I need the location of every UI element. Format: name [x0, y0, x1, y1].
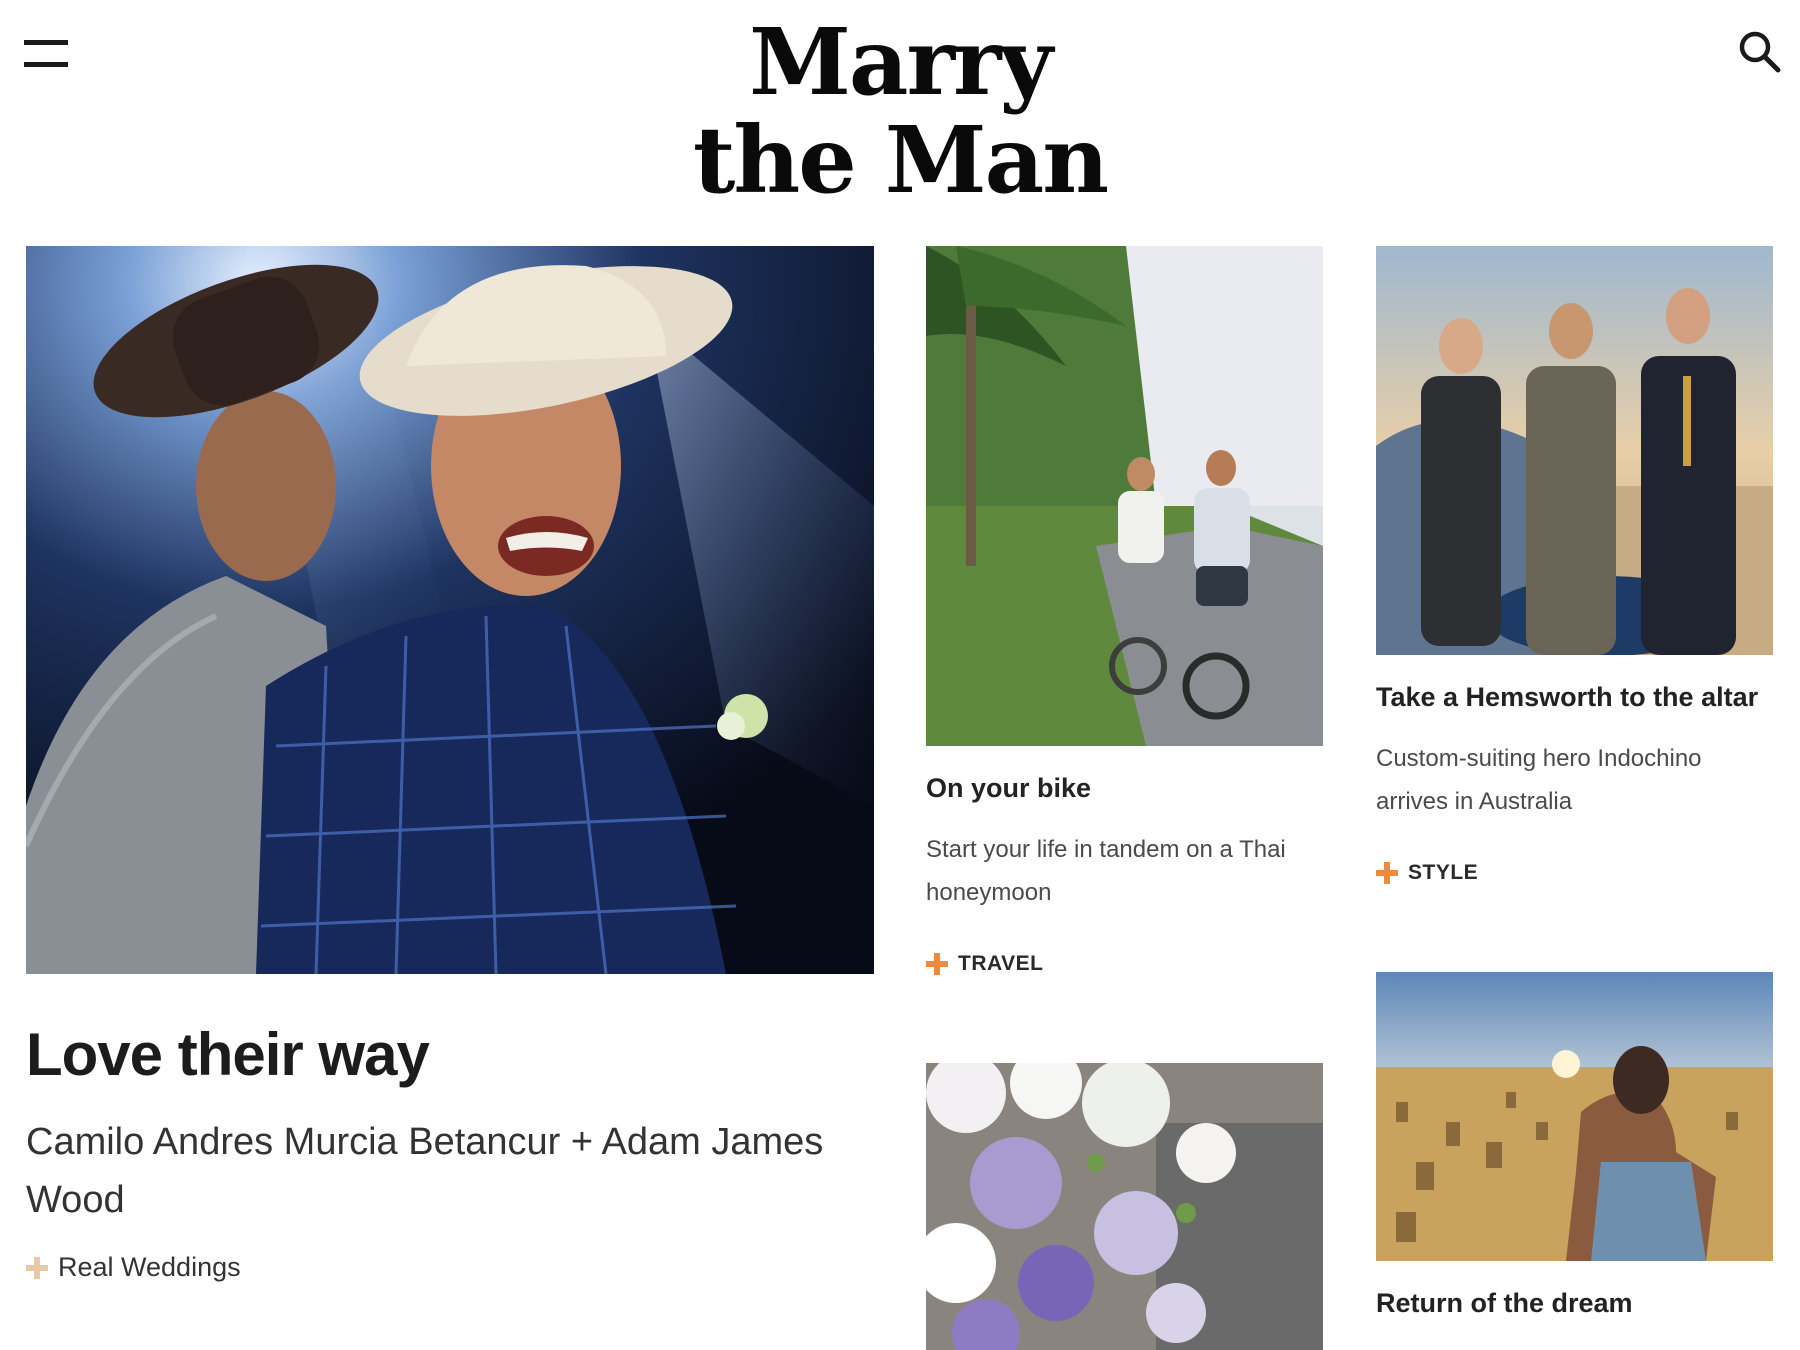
hero-photo[interactable] [26, 246, 874, 974]
flowers-image [926, 1063, 1323, 1350]
category-label-travel: TRAVEL [958, 952, 1044, 975]
category-link-style[interactable]: STYLE [1376, 861, 1478, 885]
card-description-suits: Custom-suiting hero Indochino arrives in… [1376, 745, 1702, 815]
search-icon[interactable] [1738, 30, 1782, 74]
hero-subtitle: Camilo Andres Murcia Betancur + Adam Jam… [26, 1121, 824, 1221]
card-title-bike[interactable]: On your bike [926, 773, 1091, 804]
category-label-style: STYLE [1408, 861, 1479, 884]
logo-line-1: Marry [749, 8, 1053, 116]
logo-line-2: the Man [692, 106, 1109, 214]
hamburger-menu-icon[interactable] [24, 40, 68, 72]
hero-title[interactable]: Love their way [26, 1020, 430, 1089]
category-link-travel[interactable]: TRAVEL [926, 952, 1043, 976]
bike-image [926, 246, 1323, 746]
hero-image [26, 246, 874, 974]
desert-image [1376, 972, 1773, 1261]
card-description-bike: Start your life in tandem on a Thai hone… [926, 836, 1286, 906]
hero-category-link[interactable]: Real Weddings [26, 1252, 241, 1283]
plus-icon [1376, 862, 1398, 884]
suits-photo[interactable] [1376, 246, 1773, 655]
flowers-photo[interactable] [926, 1063, 1323, 1350]
site-logo[interactable]: Marry the Man [600, 12, 1200, 208]
card-title-suits[interactable]: Take a Hemsworth to the altar [1376, 682, 1758, 713]
suits-image [1376, 246, 1773, 655]
plus-icon [926, 953, 948, 975]
bike-photo[interactable] [926, 246, 1323, 746]
plus-icon [26, 1256, 48, 1279]
hero-category-label: Real Weddings [58, 1252, 241, 1282]
card-title-desert[interactable]: Return of the dream [1376, 1288, 1633, 1319]
desert-photo[interactable] [1376, 972, 1773, 1261]
